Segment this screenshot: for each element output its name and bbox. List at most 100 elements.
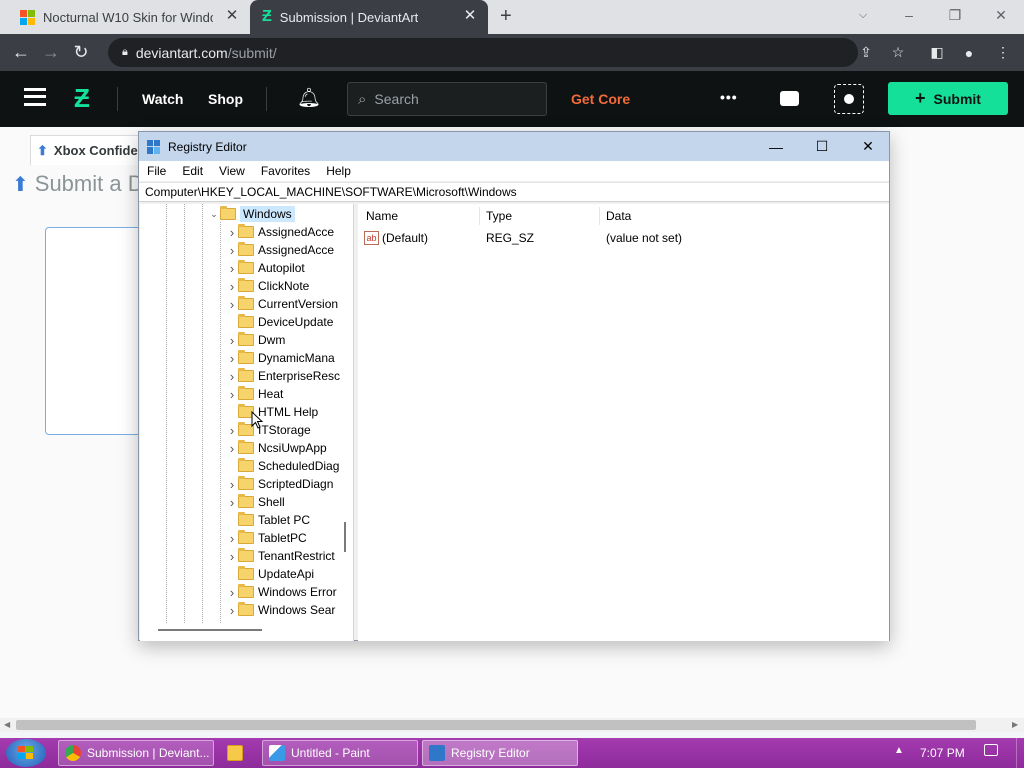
page-horizontal-scrollbar[interactable]: ◀ ▶ [0, 718, 1024, 732]
clock[interactable]: 7:07 PM [920, 746, 965, 760]
tree-node[interactable]: › TabletPC [226, 529, 307, 547]
chevron-right-icon[interactable]: › [226, 603, 238, 618]
chevron-right-icon[interactable]: › [226, 243, 238, 258]
menu-help[interactable]: Help [318, 164, 359, 178]
tree-node[interactable]: › Heat [226, 385, 283, 403]
tree-node[interactable]: Tablet PC [226, 511, 310, 529]
chevron-right-icon[interactable]: › [226, 387, 238, 402]
tree-node[interactable]: › AssignedAcce [226, 241, 334, 259]
tree-node[interactable]: › AssignedAcce [226, 223, 334, 241]
tree-node[interactable]: › ITStorage [226, 421, 311, 439]
chevron-right-icon[interactable]: › [226, 351, 238, 366]
address-field[interactable]: Computer\HKEY_LOCAL_MACHINE\SOFTWARE\Mic… [139, 182, 889, 202]
tray-overflow-icon[interactable]: ▲ [894, 745, 904, 756]
profile-avatar-icon[interactable] [834, 84, 864, 114]
chevron-right-icon[interactable]: › [226, 585, 238, 600]
chevron-right-icon[interactable]: › [226, 549, 238, 564]
value-row[interactable]: ab (Default) REG_SZ (value not set) [364, 229, 682, 247]
tree-node[interactable]: › ClickNote [226, 277, 309, 295]
minimize-button[interactable]: – [886, 0, 932, 30]
tree-node-windows[interactable]: ⌄ Windows [208, 205, 295, 223]
tree-node[interactable]: › Windows Error [226, 583, 337, 601]
notification-icon[interactable] [984, 744, 998, 756]
tree-node[interactable]: › Shell [226, 493, 285, 511]
share-icon[interactable]: ⇪ [851, 38, 881, 67]
chevron-right-icon[interactable]: › [226, 477, 238, 492]
tree-node[interactable]: › NcsiUwpApp [226, 439, 327, 457]
tree-horizontal-scrollbar[interactable] [158, 629, 262, 631]
new-tab-button[interactable]: + [500, 5, 512, 28]
restore-button[interactable]: ❐ [932, 0, 978, 30]
shop-link[interactable]: Shop [208, 91, 243, 107]
back-arrow-icon[interactable]: ← [6, 38, 36, 68]
tree-node[interactable]: HTML Help [226, 403, 318, 421]
chevron-down-icon[interactable]: ⌄ [208, 209, 220, 220]
scrollbar-thumb[interactable] [16, 720, 976, 730]
tree-node[interactable]: UpdateApi [226, 565, 314, 583]
tree-node[interactable]: › TenantRestrict [226, 547, 335, 565]
menu-favorites[interactable]: Favorites [253, 164, 318, 178]
tree-node[interactable]: › EnterpriseResc [226, 367, 340, 385]
bookmark-star-icon[interactable]: ☆ [883, 38, 913, 67]
chevron-right-icon[interactable]: › [226, 297, 238, 312]
tree-node[interactable]: › Dwm [226, 331, 285, 349]
chat-icon[interactable] [780, 91, 799, 106]
taskbar-chrome[interactable]: Submission | Deviant... [58, 740, 214, 766]
show-desktop-button[interactable] [1016, 738, 1024, 768]
submit-button[interactable]: + Submit [888, 82, 1008, 115]
tree-node[interactable]: › Autopilot [226, 259, 305, 277]
column-header-type[interactable]: Type [486, 209, 512, 223]
kebab-menu-icon[interactable]: ⋮ [988, 38, 1018, 67]
profile-icon[interactable]: ● [954, 38, 984, 67]
chevron-right-icon[interactable]: › [226, 423, 238, 438]
column-header-data[interactable]: Data [606, 209, 631, 223]
reload-icon[interactable]: ↻ [66, 38, 96, 68]
start-button[interactable] [6, 739, 46, 767]
taskbar-paint[interactable]: Untitled - Paint [262, 740, 418, 766]
tab-nocturnal[interactable]: Nocturnal W10 Skin for Windows ✕ [8, 0, 248, 34]
close-button[interactable]: ✕ [845, 132, 891, 161]
close-button[interactable]: ✕ [978, 0, 1024, 30]
chevron-right-icon[interactable]: › [226, 333, 238, 348]
more-menu-icon[interactable]: ••• [720, 89, 738, 105]
scroll-right-icon[interactable]: ▶ [1012, 720, 1018, 729]
menu-view[interactable]: View [211, 164, 253, 178]
maximize-button[interactable]: ☐ [799, 132, 845, 161]
chevron-right-icon[interactable]: › [226, 531, 238, 546]
side-panel-icon[interactable]: ◧ [922, 38, 952, 67]
chevron-right-icon[interactable]: › [226, 441, 238, 456]
tree-node[interactable]: › ScriptedDiagn [226, 475, 333, 493]
values-list[interactable]: Name Type Data ab (Default) REG_SZ (valu… [358, 204, 889, 641]
column-header-name[interactable]: Name [366, 209, 398, 223]
menu-file[interactable]: File [139, 164, 174, 178]
forward-arrow-icon[interactable]: → [36, 38, 66, 68]
chevron-right-icon[interactable]: › [226, 369, 238, 384]
taskbar-file-explorer[interactable] [220, 740, 256, 766]
chevron-right-icon[interactable]: › [226, 495, 238, 510]
close-tab-icon[interactable]: ✕ [462, 8, 478, 24]
tree-node[interactable]: › CurrentVersion [226, 295, 338, 313]
get-core-link[interactable]: Get Core [571, 91, 630, 107]
tree-node[interactable]: DeviceUpdate [226, 313, 333, 331]
minimize-button[interactable]: — [753, 132, 799, 161]
key-tree[interactable]: ⌄ Windows › AssignedAcce › AssignedAcce › Aut… [140, 204, 354, 641]
taskbar-registry-editor[interactable]: Registry Editor [422, 740, 578, 766]
chevron-right-icon[interactable]: › [226, 261, 238, 276]
deviation-tab[interactable]: ⬆ Xbox Confide [30, 135, 142, 165]
close-tab-icon[interactable]: ✕ [224, 8, 240, 24]
watch-link[interactable]: Watch [142, 91, 183, 107]
chevron-right-icon[interactable]: › [226, 225, 238, 240]
menu-edit[interactable]: Edit [174, 164, 211, 178]
tab-submission[interactable]: Ƶ Submission | DeviantArt ✕ [250, 0, 488, 34]
search-input[interactable]: ⌕ Search [347, 82, 547, 116]
tree-scrollbar[interactable] [344, 522, 346, 552]
chevron-down-icon[interactable]: ⌵ [840, 0, 886, 30]
title-bar[interactable]: Registry Editor — ☐ ✕ [139, 132, 889, 161]
upload-drop-zone[interactable] [45, 227, 141, 435]
address-bar[interactable]: 🔒︎ deviantart.com/submit/ [108, 38, 858, 67]
tree-node[interactable]: › DynamicMana [226, 349, 335, 367]
tree-node[interactable]: ScheduledDiag [226, 457, 339, 475]
chevron-right-icon[interactable]: › [226, 279, 238, 294]
bell-icon[interactable]: 🔔︎ [297, 86, 321, 110]
deviantart-logo-icon[interactable]: Ƶ [74, 83, 90, 114]
